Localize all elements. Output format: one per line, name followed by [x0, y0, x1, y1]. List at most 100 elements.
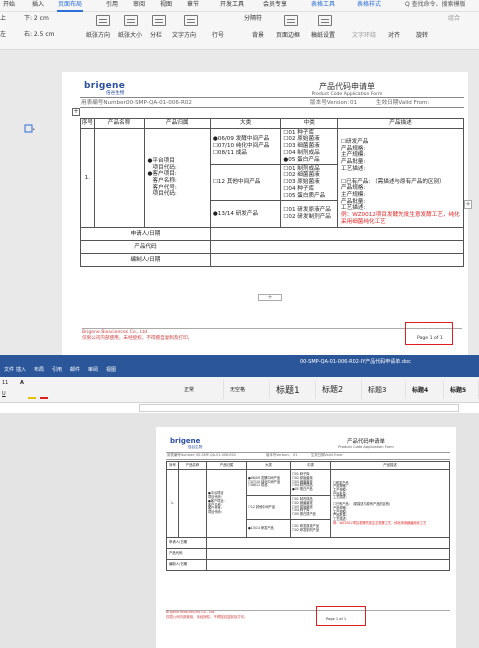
word-tab-insert[interactable]: 插入 [16, 368, 26, 373]
word-tab-layout[interactable]: 布局 [34, 368, 44, 373]
paper-size-button[interactable]: 纸张大小 [118, 33, 142, 39]
subcategory-cell: ☐01 制剂成品 ☐02 细菌菌液 ☐03 原始菌液 ☐04 种子库 ☐05 蛋… [280, 164, 338, 201]
margin-bottom-field[interactable]: 下: 2 cm [24, 16, 49, 22]
page-border-icon [284, 15, 298, 26]
description-cell: ☐研发产品 产品规格: 主产规模: 产品批量: 工艺描述: ☐已有产品: （需描… [330, 469, 450, 538]
draft-paper-icon [318, 15, 332, 26]
orientation-icon [96, 15, 110, 26]
preparer-label: 编制人/日期 [80, 253, 211, 267]
table-move-handle[interactable]: + [72, 108, 80, 116]
command-search[interactable]: Q 查找命令、搜索模板 [405, 2, 466, 8]
section-break-button[interactable]: 分隔符 [244, 16, 262, 22]
align-button[interactable]: 对齐 [388, 33, 400, 39]
word-tab-mailings[interactable]: 邮件 [70, 368, 80, 373]
applicant-label: 申请人/日期 [80, 227, 211, 241]
font-size-select[interactable]: 11 [2, 380, 8, 386]
product-code-table: 序号 产品名称 产品归属 大类 中类 产品描述 1. ●平台项目 项目代码: ●… [80, 118, 465, 267]
product-name-cell[interactable] [178, 469, 207, 538]
style-heading-1[interactable]: 标题1 [272, 380, 316, 399]
applicant-value[interactable] [209, 227, 465, 241]
category-cell: ●13/14 研发产品 [246, 519, 291, 538]
style-normal[interactable]: 正常 [180, 380, 224, 399]
tab-view[interactable]: 视图 [160, 2, 172, 8]
description-cell: ☐研发产品 产品规格: 主产规模: 产品批量: 工艺描述: ☐已有产品: （需描… [337, 128, 464, 228]
subcategory-cell: ☐01 制剂成品 ☐02 细菌菌液 ☐03 原始菌液 ☐04 种子库 ☐05 蛋… [290, 495, 331, 520]
style-heading-5[interactable]: 标题5 [446, 380, 479, 399]
tab-member[interactable]: 会员专享 [263, 2, 287, 8]
signature-row: 编制人/日期 [80, 253, 465, 267]
add-row-button[interactable]: + [258, 294, 282, 301]
bold-button[interactable]: A [20, 380, 24, 386]
wps-tab-bar: 开始 插入 页面布局 引用 审阅 视图 章节 开发工具 会员专享 表格工具 表格… [0, 0, 479, 12]
tab-table-tools[interactable]: 表格工具 [311, 2, 335, 8]
columns-button[interactable]: 分栏 [150, 33, 162, 39]
product-code-value[interactable] [206, 548, 450, 560]
header-name: 产品名称 [93, 118, 145, 129]
tab-table-style[interactable]: 表格样式 [357, 2, 381, 8]
tab-home[interactable]: 开始 [3, 2, 15, 8]
brigene-logo: brigene 倍谷生物 [170, 437, 203, 449]
text-direction-button[interactable]: 文字方向 [172, 33, 196, 39]
tab-developer[interactable]: 开发工具 [220, 2, 244, 8]
signature-row: 产品代码 [166, 548, 450, 560]
product-code-value[interactable] [209, 240, 465, 254]
style-heading-2[interactable]: 标题2 [318, 380, 362, 399]
wps-document-page[interactable]: brigene 倍谷生物 产品代码申请单 Product Code Applic… [62, 72, 472, 355]
page-number: Page 1 of 1 [417, 336, 443, 341]
wps-toolbar: 上 左 下: 2 cm 右: 2.5 cm 纸张方向 纸张大小 分栏 文字方向 … [0, 12, 479, 50]
word-tab-view[interactable]: 视图 [106, 368, 116, 373]
tab-reference[interactable]: 引用 [106, 2, 118, 8]
category-cell: ●13/14 研发产品 [209, 200, 282, 228]
draft-settings-button[interactable]: 稿纸设置 [311, 33, 335, 39]
table-header-row: 序号 产品名称 产品归属 大类 中类 产品描述 [166, 461, 450, 470]
product-code-label: 产品代码 [80, 240, 211, 254]
tab-insert[interactable]: 插入 [32, 2, 44, 8]
word-tab-review[interactable]: 审阅 [88, 368, 98, 373]
tab-chapter[interactable]: 章节 [187, 2, 199, 8]
preparer-value[interactable] [209, 253, 465, 267]
tab-page-layout[interactable]: 页面布局 [56, 2, 84, 12]
word-document-page[interactable]: brigene 倍谷生物 产品代码申请单 Product Code Applic… [156, 427, 456, 648]
columns-icon [152, 15, 166, 26]
font-color-icon[interactable] [40, 397, 48, 399]
rotate-button[interactable]: 旋转 [416, 33, 428, 39]
category-cell: ☐12 其他中间产品 [209, 164, 282, 201]
margin-right-field[interactable]: 右: 2.5 cm [24, 32, 55, 38]
word-tab-references[interactable]: 引用 [52, 368, 62, 373]
subcategory-cell: ☐01 种子库 ☐02 原始菌液 ☐03 细菌菌液 ☐04 制剂成品 ●05 蛋… [290, 469, 331, 496]
horizontal-ruler[interactable] [139, 404, 459, 412]
orientation-button[interactable]: 纸张方向 [86, 33, 110, 39]
footer-note: 仅限公司内部使用，未经授权，不得擅自复制及打印。 [166, 615, 248, 619]
line-number-button[interactable]: 行号 [212, 33, 224, 39]
signature-row: 产品代码 [80, 240, 465, 254]
row-number: 1. [80, 128, 95, 228]
form-info-bar: 用表编号Number: 00-SMP-QA-01-006-R02 版本号Vers… [80, 97, 464, 108]
style-no-spacing[interactable]: 无空格 [226, 380, 270, 399]
word-ribbon: 11 A U 正常 无空格 标题1 标题2 标题3 标题4 标题5 [0, 377, 479, 403]
table-row: 1. ●平台项目 项目代码: ●客户项目: 客户名称: 客户代号: 项目代码: … [80, 128, 464, 228]
tab-review[interactable]: 审阅 [133, 2, 145, 8]
text-wrap-button[interactable]: 文字环绕 [352, 33, 376, 39]
word-tab-file[interactable]: 文件 [4, 368, 14, 373]
footer-company: Brigene Biosciences Co., Ltd. [82, 330, 149, 335]
product-name-cell[interactable] [93, 128, 145, 228]
preparer-value[interactable] [206, 559, 450, 571]
group-button[interactable]: 组合 [448, 16, 460, 22]
page-border-button[interactable]: 页面边框 [276, 33, 300, 39]
product-code-table: 序号 产品名称 产品归属 大类 中类 产品描述 1. ●平台项目 项目代码: ●… [166, 461, 450, 571]
paper-size-icon [124, 15, 138, 26]
side-toolbar-icon[interactable] [24, 118, 36, 133]
subcategory-cell: ☐01 研发原液产品 ☐02 研发制剂产品 [280, 200, 338, 228]
style-heading-4[interactable]: 标题4 [408, 380, 444, 399]
underline-button[interactable]: U [2, 391, 6, 397]
description-example: 例：WZ0012项目发酵先批生意发酵工艺，纯化采用细菌纯化工艺 [341, 212, 460, 225]
signature-row: 申请人/日期 [80, 227, 465, 241]
highlight-color-icon[interactable] [28, 397, 36, 399]
table-row: 1. ●平台项目 项目代码: ●客户项目: 客户名称: 客户代号: 项目代码: … [166, 469, 450, 538]
background-button[interactable]: 背景 [252, 33, 264, 39]
add-column-button[interactable]: + [464, 200, 472, 209]
style-heading-3[interactable]: 标题3 [364, 380, 406, 399]
form-info-bar: 用表编号Number: 00-SMP-QA-01-006-R02 版本号Vers… [166, 452, 450, 460]
brigene-logo: brigene 倍谷生物 [84, 81, 126, 96]
applicant-value[interactable] [206, 537, 450, 549]
